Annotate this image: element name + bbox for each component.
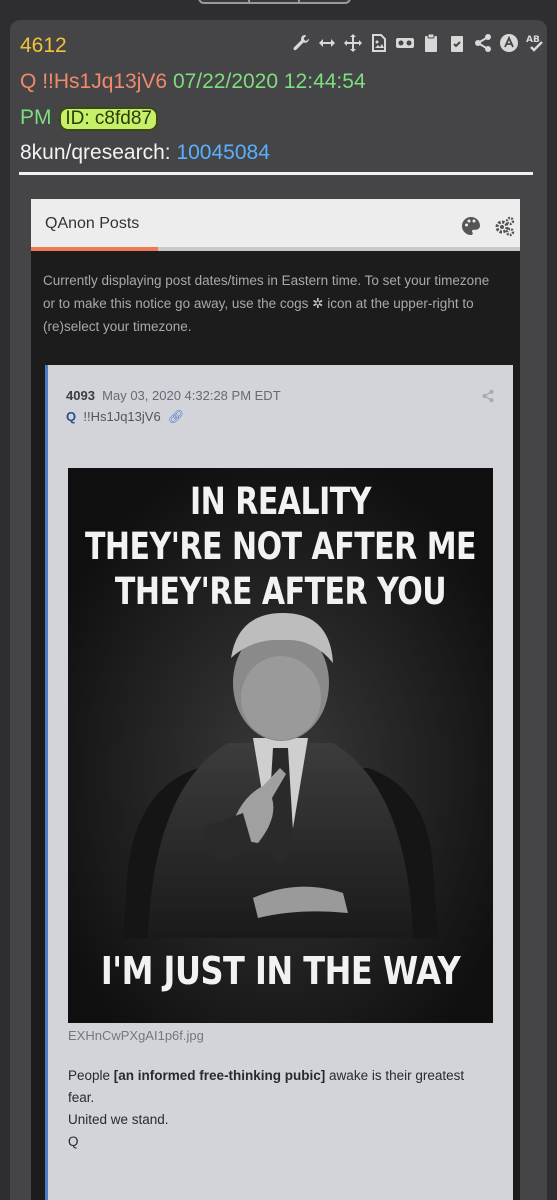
palette-icon[interactable] bbox=[460, 215, 482, 237]
header-bottom-border bbox=[158, 247, 520, 251]
image-filename[interactable]: EXHnCwPXgAI1p6f.jpg bbox=[68, 1028, 204, 1043]
post-author-line: Q !!Hs1Jq13jV6 07/22/2020 12:44:54 bbox=[20, 69, 366, 95]
ab-spellcheck-icon[interactable]: AB bbox=[523, 30, 547, 56]
image-file-icon[interactable] bbox=[367, 30, 391, 56]
resize-horizontal-icon[interactable] bbox=[315, 30, 339, 56]
notice-line-2: or to make this notice go away, use the … bbox=[43, 296, 474, 311]
move-icon[interactable] bbox=[341, 30, 365, 56]
board-name: 8kun/qresearch: bbox=[20, 141, 171, 164]
quoted-post: 4093 May 03, 2020 4:32:28 PM EDT Q !!Hs1… bbox=[45, 365, 513, 1200]
meme-top-text: IN REALITY THEY'RE NOT AFTER ME THEY'RE … bbox=[84, 480, 477, 614]
link-icon[interactable]: 🔗︎ bbox=[168, 409, 185, 424]
svg-text:AB: AB bbox=[526, 35, 540, 45]
embedded-title: QAnon Posts bbox=[45, 215, 140, 232]
meme-image[interactable]: IN REALITY THEY'RE NOT AFTER ME THEY'RE … bbox=[68, 468, 493, 1023]
vr-goggles-icon[interactable] bbox=[393, 30, 417, 56]
quoted-tripcode: !!Hs1Jq13jV6 bbox=[83, 409, 161, 424]
tripcode: !!Hs1Jq13jV6 bbox=[42, 70, 168, 93]
post-time-line: PM ID: c8fd87 bbox=[20, 105, 158, 131]
header-divider bbox=[19, 172, 533, 175]
clipboard-icon[interactable] bbox=[419, 30, 443, 56]
reference-link[interactable]: 10045084 bbox=[176, 141, 269, 164]
active-tab-underline bbox=[31, 247, 158, 251]
post-ampm: PM bbox=[20, 106, 52, 129]
clipboard-check-icon[interactable] bbox=[445, 30, 469, 56]
small-cogs-icon: ✲ bbox=[312, 296, 324, 311]
quoted-post-meta: 4093 May 03, 2020 4:32:28 PM EDT bbox=[66, 388, 281, 403]
share-icon[interactable] bbox=[471, 30, 495, 56]
quoted-post-body: People [an informed free-thinking pubic]… bbox=[68, 1065, 488, 1153]
wrench-icon[interactable] bbox=[289, 30, 313, 56]
body-line-2: United we stand. bbox=[68, 1112, 169, 1127]
embedded-header: QAnon Posts bbox=[31, 199, 520, 251]
notice-line-3: (re)select your timezone. bbox=[43, 319, 192, 334]
embedded-header-icons bbox=[460, 215, 516, 237]
share-icon[interactable] bbox=[481, 389, 495, 403]
board-reference: 8kun/qresearch: 10045084 bbox=[20, 140, 270, 166]
cogs-icon[interactable] bbox=[494, 215, 516, 237]
embedded-screenshot: QAnon Posts Currently displaying post da… bbox=[31, 199, 520, 1200]
poster-id-badge[interactable]: ID: c8fd87 bbox=[59, 107, 158, 131]
body-line-3: Q bbox=[68, 1134, 79, 1149]
post-date: 07/22/2020 12:44:54 bbox=[172, 70, 366, 93]
quoted-post-date: May 03, 2020 4:32:28 PM EDT bbox=[102, 388, 281, 403]
top-tab-stub bbox=[198, 0, 351, 4]
timezone-notice: Currently displaying post dates/times in… bbox=[43, 269, 509, 338]
a-circle-icon[interactable] bbox=[497, 30, 521, 56]
meme-bottom-text: I'M JUST IN THE WAY bbox=[100, 948, 461, 994]
quoted-post-author: Q !!Hs1Jq13jV6 🔗︎ bbox=[66, 409, 184, 425]
post-toolbar: AB bbox=[289, 30, 547, 56]
author-name: Q bbox=[20, 70, 37, 93]
quoted-post-number: 4093 bbox=[66, 388, 95, 403]
notice-line-1: Currently displaying post dates/times in… bbox=[43, 273, 490, 288]
quoted-author-name: Q bbox=[66, 409, 77, 424]
body-line-1: People [an informed free-thinking pubic]… bbox=[68, 1068, 465, 1105]
